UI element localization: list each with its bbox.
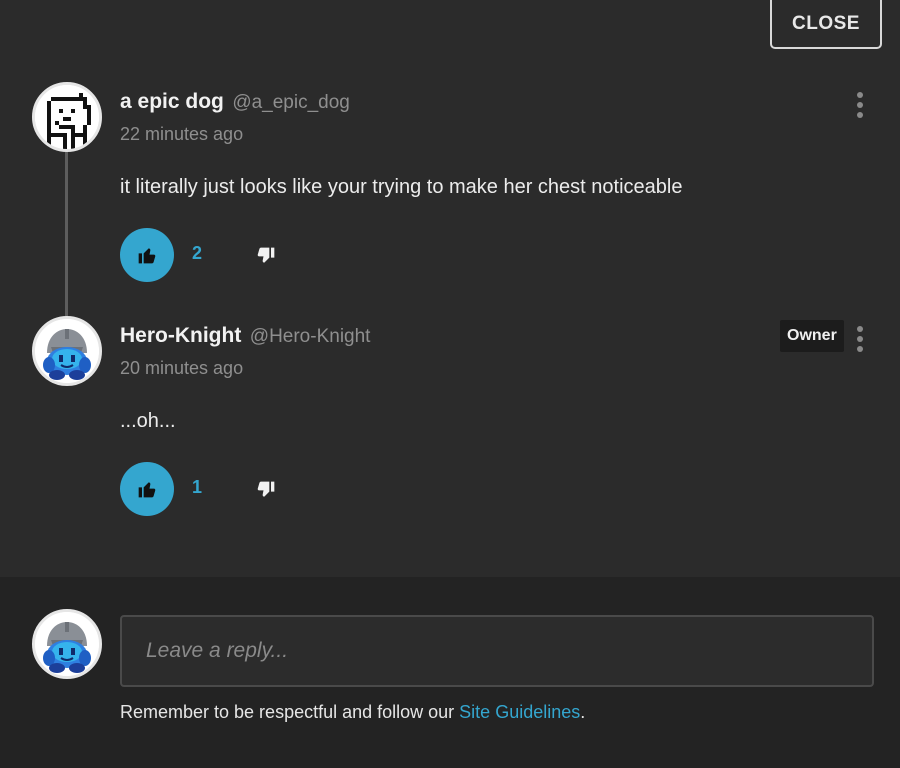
author-name[interactable]: a epic dog [120, 90, 224, 113]
comment-text: ...oh... [120, 410, 176, 432]
author-handle[interactable]: @Hero-Knight [250, 326, 371, 347]
like-count: 1 [192, 477, 203, 497]
dog-avatar-icon [35, 85, 99, 149]
dislike-button[interactable] [250, 474, 282, 506]
close-button[interactable]: CLOSE [770, 0, 882, 49]
reply-input[interactable] [120, 615, 874, 687]
comments-panel: CLOSE a epic dog @a_epic_dog 22 minutes … [0, 0, 900, 768]
kebab-menu-icon [857, 346, 863, 352]
timestamp: 20 minutes ago [120, 358, 244, 378]
guidelines-suffix: . [580, 702, 586, 722]
like-count: 2 [192, 243, 203, 263]
comment-options-button[interactable] [850, 324, 870, 354]
thread-connector-line [65, 150, 68, 318]
comment-text: it literally just looks like your trying… [120, 176, 683, 198]
thumbs-up-icon [138, 248, 156, 264]
knight-avatar-icon [35, 319, 99, 383]
kebab-menu-icon [857, 112, 863, 118]
avatar[interactable] [32, 82, 102, 152]
dislike-button[interactable] [250, 240, 282, 272]
author-handle[interactable]: @a_epic_dog [232, 92, 350, 113]
comment-options-button[interactable] [850, 90, 870, 120]
site-guidelines-link[interactable]: Site Guidelines [459, 702, 580, 722]
author-line: Hero-Knight @Hero-Knight [120, 324, 370, 348]
guidelines-prefix: Remember to be respectful and follow our [120, 702, 460, 722]
author-name[interactable]: Hero-Knight [120, 324, 241, 347]
like-button[interactable] [120, 462, 174, 516]
thumbs-down-icon [257, 481, 275, 497]
timestamp: 22 minutes ago [120, 124, 244, 144]
current-user-avatar[interactable] [32, 609, 102, 679]
kebab-menu-icon [857, 92, 863, 98]
like-button[interactable] [120, 228, 174, 282]
avatar[interactable] [32, 316, 102, 386]
thumbs-up-icon [138, 482, 156, 498]
reply-footer: Remember to be respectful and follow our… [0, 577, 900, 768]
guidelines-notice: Remember to be respectful and follow our… [120, 702, 585, 723]
knight-avatar-icon [35, 612, 99, 676]
kebab-menu-icon [857, 326, 863, 332]
kebab-menu-icon [857, 102, 863, 108]
author-line: a epic dog @a_epic_dog [120, 90, 350, 114]
owner-badge: Owner [780, 320, 844, 352]
thumbs-down-icon [257, 247, 275, 263]
kebab-menu-icon [857, 336, 863, 342]
